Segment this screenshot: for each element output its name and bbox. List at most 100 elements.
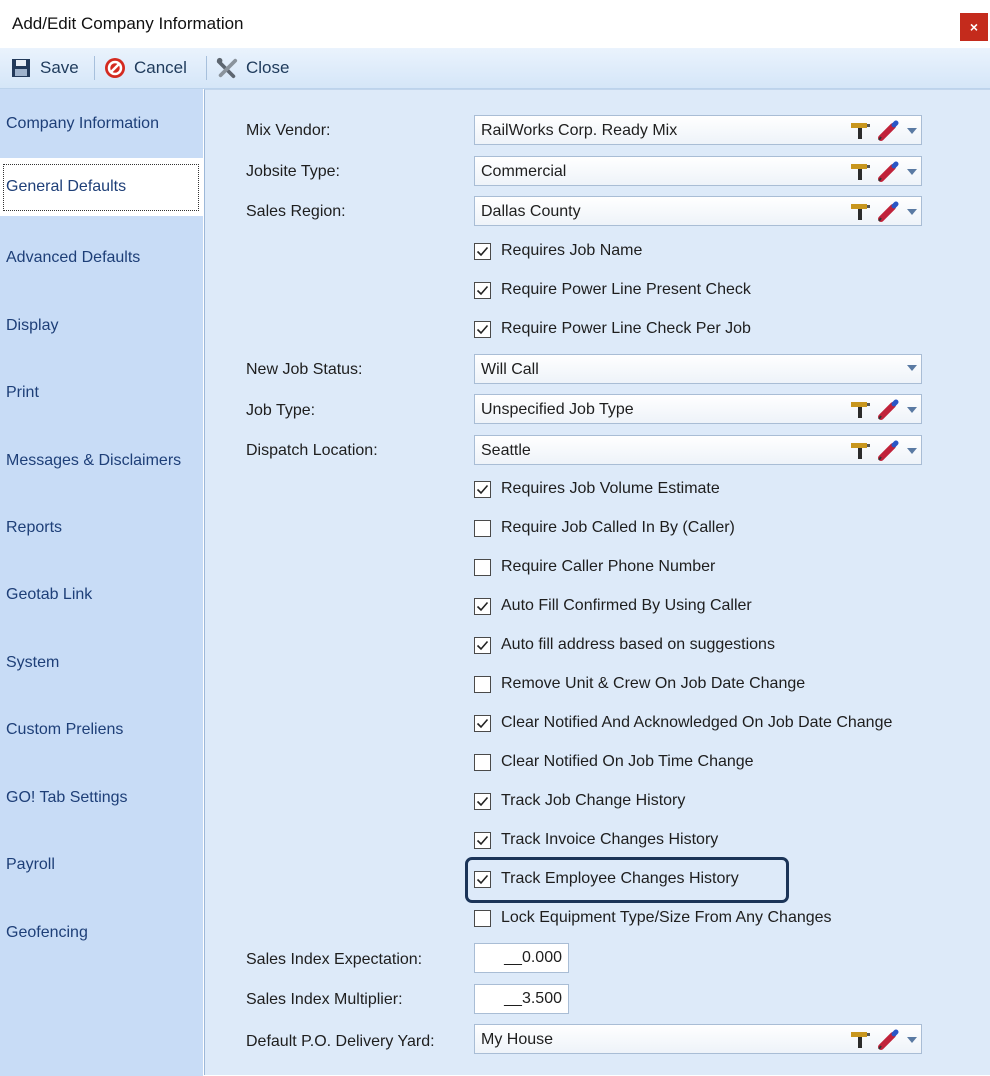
save-icon (10, 57, 32, 79)
dispatch-location-combo[interactable]: Seattle (474, 435, 922, 465)
sidebar-item-geotab-link[interactable]: Geotab Link (6, 583, 92, 607)
sales-region-label: Sales Region: (246, 203, 346, 220)
window-title: Add/Edit Company Information (12, 14, 244, 33)
drill-icon[interactable] (849, 1030, 871, 1050)
sidebar-item-reports[interactable]: Reports (6, 516, 62, 540)
sales-region-combo[interactable]: Dallas County (474, 196, 922, 226)
checkbox-label: Clear Notified On Job Time Change (501, 753, 754, 770)
checkbox[interactable] (474, 675, 491, 693)
sidebar-item-print[interactable]: Print (6, 381, 39, 405)
sales-index-multiplier-input[interactable]: __3.500 (474, 984, 569, 1014)
chevron-down-icon[interactable] (907, 407, 917, 413)
checkbox[interactable] (474, 320, 491, 338)
chevron-down-icon[interactable] (907, 1037, 917, 1043)
checkbox-label: Requires Job Volume Estimate (501, 480, 720, 497)
pencil-icon[interactable] (877, 120, 899, 142)
chevron-down-icon[interactable] (907, 209, 917, 215)
close-label: Close (246, 58, 290, 77)
drill-icon[interactable] (849, 162, 871, 182)
checkbox[interactable] (474, 558, 491, 576)
checkbox-label: Auto fill address based on suggestions (501, 636, 775, 653)
checkbox-label: Remove Unit & Crew On Job Date Change (501, 675, 806, 692)
track-job-change-history-checkbox[interactable]: Track Job Change History (474, 790, 685, 812)
sidebar-item-advanced-defaults[interactable]: Advanced Defaults (6, 246, 140, 270)
mix-vendor-label: Mix Vendor: (246, 122, 331, 139)
sidebar-item-general-defaults[interactable]: General Defaults (0, 158, 203, 216)
drill-icon[interactable] (849, 121, 871, 141)
sidebar-item-label: Print (6, 384, 39, 401)
checkbox[interactable] (474, 281, 491, 299)
clear-notified-acknowledged-checkbox[interactable]: Clear Notified And Acknowledged On Job D… (474, 712, 892, 734)
checkbox[interactable] (474, 597, 491, 615)
sidebar-item-custom-preliens[interactable]: Custom Preliens (6, 718, 123, 742)
require-power-line-per-job-checkbox[interactable]: Require Power Line Check Per Job (474, 318, 751, 340)
checkbox[interactable] (474, 480, 491, 498)
checkbox[interactable] (474, 792, 491, 810)
clear-notified-time-change-checkbox[interactable]: Clear Notified On Job Time Change (474, 751, 754, 773)
sidebar-item-label: Display (6, 317, 59, 334)
chevron-down-icon[interactable] (907, 448, 917, 454)
window-close-button[interactable]: × (960, 13, 988, 41)
sidebar: Company Information General Defaults Adv… (0, 89, 203, 1076)
checkbox[interactable] (474, 909, 491, 927)
remove-unit-crew-checkbox[interactable]: Remove Unit & Crew On Job Date Change (474, 673, 805, 695)
default-po-delivery-yard-combo[interactable]: My House (474, 1024, 922, 1054)
lock-equipment-type-checkbox[interactable]: Lock Equipment Type/Size From Any Change… (474, 907, 832, 929)
new-job-status-combo[interactable]: Will Call (474, 354, 922, 384)
checkbox-label: Track Invoice Changes History (501, 831, 719, 848)
checkbox-label: Requires Job Name (501, 242, 643, 259)
chevron-down-icon[interactable] (907, 128, 917, 134)
checkbox-label: Require Caller Phone Number (501, 558, 716, 575)
checkbox[interactable] (474, 714, 491, 732)
pencil-icon[interactable] (877, 201, 899, 223)
sidebar-item-payroll[interactable]: Payroll (6, 853, 55, 877)
sales-index-expectation-label: Sales Index Expectation: (246, 951, 423, 968)
pencil-icon[interactable] (877, 161, 899, 183)
drill-icon[interactable] (849, 202, 871, 222)
sales-region-value: Dallas County (481, 203, 581, 220)
track-invoice-changes-history-checkbox[interactable]: Track Invoice Changes History (474, 829, 718, 851)
sidebar-item-label: Payroll (6, 856, 55, 873)
checkbox[interactable] (474, 753, 491, 771)
requires-job-name-checkbox[interactable]: Requires Job Name (474, 240, 642, 262)
pencil-icon[interactable] (877, 440, 899, 462)
sidebar-item-geofencing[interactable]: Geofencing (6, 921, 88, 945)
require-power-line-present-checkbox[interactable]: Require Power Line Present Check (474, 279, 751, 301)
save-button[interactable]: Save (10, 56, 79, 80)
mix-vendor-combo[interactable]: RailWorks Corp. Ready Mix (474, 115, 922, 145)
sidebar-item-label: General Defaults (6, 178, 127, 195)
pencil-icon[interactable] (877, 1029, 899, 1051)
dispatch-location-label: Dispatch Location: (246, 442, 378, 459)
chevron-down-icon[interactable] (907, 169, 917, 175)
title-bar: Add/Edit Company Information × (0, 0, 990, 47)
sidebar-item-system[interactable]: System (6, 651, 59, 675)
checkbox[interactable] (474, 831, 491, 849)
toolbar-divider (94, 56, 95, 80)
sidebar-item-display[interactable]: Display (6, 314, 58, 338)
auto-fill-confirmed-by-checkbox[interactable]: Auto Fill Confirmed By Using Caller (474, 595, 752, 617)
sidebar-item-messages-disclaimers[interactable]: Messages & Disclaimers (6, 449, 181, 473)
sidebar-item-label: Advanced Defaults (6, 249, 141, 266)
job-type-value: Unspecified Job Type (481, 401, 634, 418)
close-button[interactable]: Close (216, 56, 289, 80)
auto-fill-address-checkbox[interactable]: Auto fill address based on suggestions (474, 634, 775, 656)
sidebar-item-go-tab-settings[interactable]: GO! Tab Settings (6, 786, 128, 810)
toolbar: Save Cancel Close (0, 48, 990, 89)
require-job-called-in-by-checkbox[interactable]: Require Job Called In By (Caller) (474, 517, 735, 539)
chevron-down-icon[interactable] (907, 365, 917, 371)
checkbox[interactable] (474, 636, 491, 654)
requires-job-volume-estimate-checkbox[interactable]: Requires Job Volume Estimate (474, 478, 720, 500)
drill-icon[interactable] (849, 400, 871, 420)
new-job-status-value: Will Call (481, 361, 539, 378)
require-caller-phone-checkbox[interactable]: Require Caller Phone Number (474, 556, 715, 578)
jobsite-type-combo[interactable]: Commercial (474, 156, 922, 186)
sales-index-expectation-input[interactable]: __0.000 (474, 943, 569, 973)
job-type-combo[interactable]: Unspecified Job Type (474, 394, 922, 424)
sidebar-item-company-information[interactable]: Company Information (6, 112, 159, 136)
checkbox[interactable] (474, 519, 491, 537)
drill-icon[interactable] (849, 441, 871, 461)
checkbox[interactable] (474, 242, 491, 260)
close-icon: × (969, 19, 979, 35)
cancel-button[interactable]: Cancel (104, 56, 187, 80)
pencil-icon[interactable] (877, 399, 899, 421)
